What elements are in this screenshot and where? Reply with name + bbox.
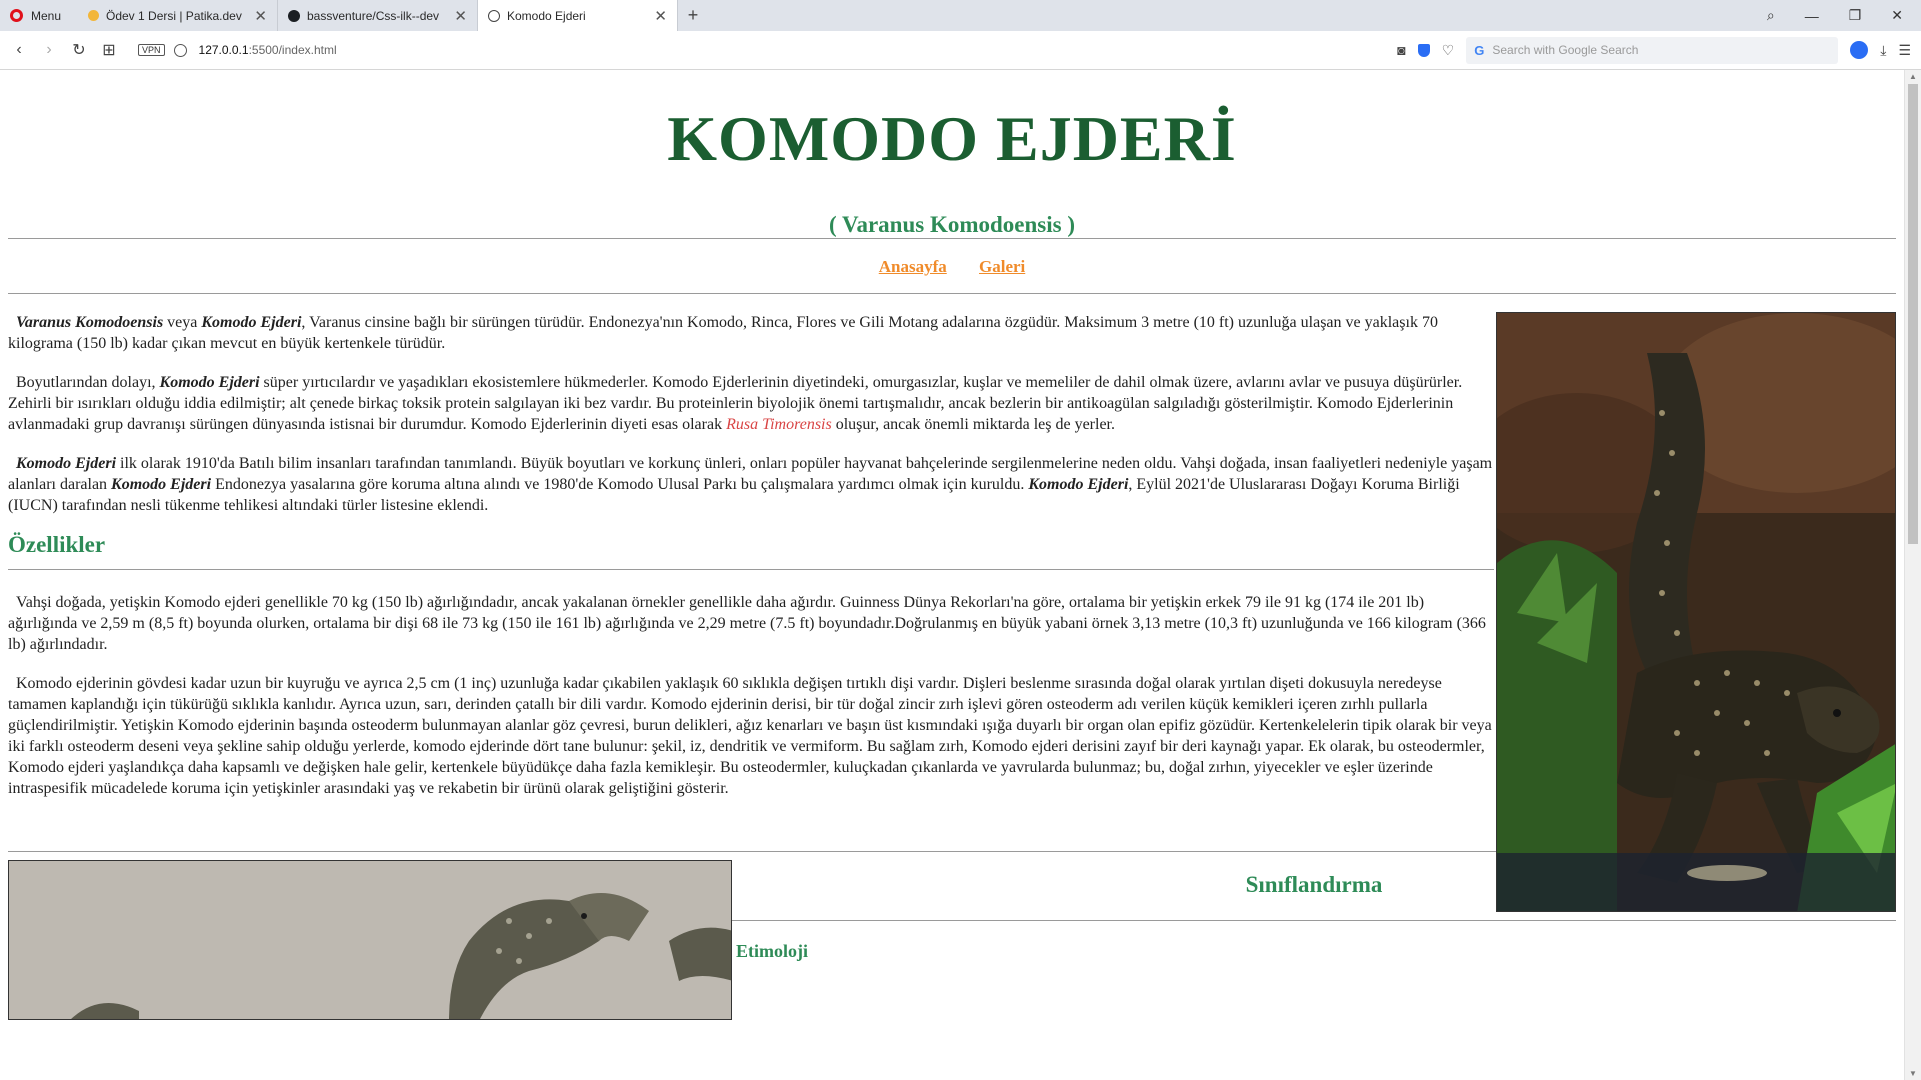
new-tab-plus-icon[interactable]: + — [678, 0, 708, 31]
tab-label: bassventure/Css-ilk--dev — [307, 8, 440, 23]
intro-paragraph-1: Varanus Komodoensis veya Komodo Ejderi, … — [8, 312, 1494, 354]
intro-paragraph-3: Komodo Ejderi ilk olarak 1910'da Batılı … — [8, 453, 1494, 516]
page-scrollbar[interactable]: ▲ ▼ — [1904, 70, 1921, 1080]
patika-dot-icon — [88, 10, 99, 21]
site-info-globe-icon[interactable] — [173, 43, 187, 57]
browser-tab-bar: Menu Ödev 1 Dersi | Patika.dev ✕ bassven… — [0, 0, 1921, 31]
main-content: Varanus Komodoensis veya Komodo Ejderi, … — [8, 312, 1896, 912]
vpn-badge[interactable]: VPN — [138, 44, 165, 56]
common-name: Komodo Ejderi — [201, 314, 302, 331]
close-icon[interactable]: ✕ — [454, 7, 467, 25]
camera-icon[interactable]: ◙ — [1397, 42, 1405, 58]
common-name: Komodo Ejderi — [1028, 476, 1129, 493]
species-name: Varanus Komodoensis — [16, 314, 164, 331]
tab-label: Ödev 1 Dersi | Patika.dev — [106, 8, 242, 23]
google-icon: G — [1474, 42, 1485, 58]
article-text: Varanus Komodoensis veya Komodo Ejderi, … — [8, 312, 1494, 799]
restore-icon[interactable]: ❐ — [1849, 7, 1862, 24]
tab-komodo-ejderi[interactable]: Komodo Ejderi ✕ — [478, 0, 678, 31]
text-span: Boyutlarından dolayı, — [16, 374, 160, 391]
komodo-dragon-photo-2 — [8, 860, 732, 1020]
opera-logo-icon — [10, 9, 23, 22]
reload-icon[interactable]: ↻ — [64, 40, 94, 60]
common-name: Komodo Ejderi — [16, 455, 117, 472]
features-paragraph-1: Vahşi doğada, yetişkin Komodo ejderi gen… — [8, 594, 1486, 653]
intro-paragraph-2: Boyutlarından dolayı, Komodo Ejderi süpe… — [8, 372, 1494, 435]
menu-label: Menu — [31, 8, 62, 23]
search-placeholder: Search with Google Search — [1492, 43, 1639, 57]
nav-link-galeri[interactable]: Galeri — [979, 257, 1025, 276]
text-span: Endonezya yasalarına göre koruma altına … — [211, 476, 1029, 493]
prey-species-name: Rusa Timorensis — [726, 416, 832, 433]
url-path: :5500/index.html — [248, 43, 337, 57]
page-title: KOMODO EJDERİ — [667, 103, 1237, 174]
address-bar-tools: ◙ ♡ G Search with Google Search ⤓ ☰ — [1397, 36, 1921, 64]
url-host: 127.0.0.1 — [198, 43, 249, 57]
divider — [8, 569, 1494, 570]
classification-content: Sınıflandırma Etimoloji — [732, 860, 1896, 962]
tab-github[interactable]: bassventure/Css-ilk--dev ✕ — [278, 0, 478, 31]
features-paragraph-2: Komodo ejderinin gövdesi kadar uzun bir … — [8, 675, 1492, 797]
back-arrow-icon[interactable]: ‹ — [4, 41, 34, 59]
classification-section: Sınıflandırma Etimoloji — [8, 860, 1896, 1020]
scrollbar-thumb[interactable] — [1908, 84, 1918, 544]
page-subtitle: ( Varanus Komodoensis ) — [828, 212, 1076, 237]
minimize-icon[interactable]: — — [1805, 8, 1819, 24]
forward-arrow-icon[interactable]: › — [34, 41, 64, 59]
tab-label: Komodo Ejderi — [507, 8, 586, 23]
opera-menu-button[interactable]: Menu — [0, 0, 78, 31]
etymology-heading: Etimoloji — [736, 941, 808, 961]
globe-icon — [488, 9, 500, 22]
window-controls: ⌕ — ❐ ✕ — [1767, 0, 1921, 31]
search-tabs-icon[interactable]: ⌕ — [1767, 7, 1775, 24]
easy-setup-menu-icon[interactable]: ☰ — [1898, 42, 1911, 59]
page-viewport: KOMODO EJDERİ ( Varanus Komodoensis ) An… — [0, 70, 1904, 1080]
classification-heading: Sınıflandırma — [1245, 872, 1383, 897]
scroll-down-icon[interactable]: ▼ — [1909, 1069, 1917, 1078]
close-icon[interactable]: ✕ — [654, 7, 667, 25]
profile-avatar-icon[interactable] — [1850, 41, 1869, 59]
shield-icon[interactable] — [1417, 43, 1430, 57]
scroll-up-icon[interactable]: ▲ — [1909, 72, 1917, 81]
tab-patika[interactable]: Ödev 1 Dersi | Patika.dev ✕ — [78, 0, 278, 31]
heart-icon[interactable]: ♡ — [1442, 42, 1455, 59]
close-window-icon[interactable]: ✕ — [1891, 7, 1903, 24]
common-name: Komodo Ejderi — [111, 476, 212, 493]
main-nav: Anasayfa Galeri — [8, 239, 1896, 293]
google-search-input[interactable]: G Search with Google Search — [1466, 36, 1839, 64]
text-span: veya — [163, 314, 202, 331]
github-icon — [288, 9, 300, 22]
url-field[interactable]: 127.0.0.1:5500/index.html — [199, 43, 337, 57]
text-span: oluşur, ancak önemli miktarda leş de yer… — [831, 416, 1115, 433]
features-heading: Özellikler — [8, 532, 106, 557]
address-bar: ‹ › ↻ ⊞ VPN 127.0.0.1:5500/index.html ◙ … — [0, 31, 1921, 70]
download-icon[interactable]: ⤓ — [1880, 42, 1886, 59]
divider — [8, 293, 1896, 294]
common-name: Komodo Ejderi — [159, 374, 260, 391]
komodo-dragon-photo — [1496, 312, 1896, 912]
tab-grid-icon[interactable]: ⊞ — [94, 40, 124, 60]
divider — [732, 920, 1896, 921]
close-icon[interactable]: ✕ — [254, 7, 267, 25]
nav-link-anasayfa[interactable]: Anasayfa — [879, 257, 947, 276]
